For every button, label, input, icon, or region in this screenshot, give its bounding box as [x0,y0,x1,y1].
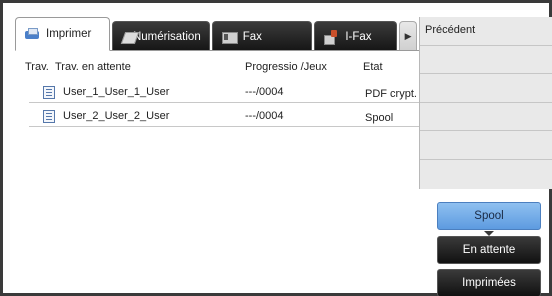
col-header-progress: Progressio /Jeux [245,61,327,73]
tab-ifax[interactable]: I-Fax [314,21,398,51]
tab-imprimer[interactable]: Imprimer [15,17,110,51]
print-job-icon [43,86,55,99]
filter-spool-button[interactable]: Spool [437,202,541,230]
filter-pending-button[interactable]: En attente [437,236,541,264]
side-slot-empty [420,74,552,103]
job-list-panel: Trav. Trav. en attente Progressio /Jeux … [15,50,419,292]
side-action-panel: Précédent [419,17,552,189]
tab-label: Imprimer [46,28,92,40]
scan-icon [121,30,127,44]
tab-scroll-right-button[interactable]: ▶ [399,21,417,51]
job-status: Spool [365,112,394,124]
job-name: User_1_User_1_User [63,86,170,98]
tab-scroll-right-icon: ▶ [404,31,412,41]
job-status-screen: Imprimer Numérisation Fax I-Fax ▶ Trav. … [0,0,552,296]
fax-icon [221,30,238,44]
job-progress: ---/0004 [245,110,284,122]
printer-icon [24,27,40,41]
tab-label: Fax [242,30,262,43]
filter-printed-button[interactable]: Imprimées [437,269,541,296]
ifax-icon [323,29,339,45]
col-header-pending: Trav. en attente [55,61,131,73]
tab-fax[interactable]: Fax [211,21,313,51]
side-slot-empty [420,46,552,74]
tab-numerisation[interactable]: Numérisation [111,21,210,51]
side-slot-empty [420,160,552,189]
print-job-icon [43,110,55,123]
col-header-status: Etat [363,61,383,73]
col-header-trav: Trav. [25,61,49,73]
side-slot-empty [420,131,552,160]
tab-label: I-Fax [345,30,372,43]
job-name: User_2_User_2_User [63,110,170,122]
table-row[interactable]: User_1_User_1_User ---/0004 PDF crypt. [29,79,419,103]
table-row[interactable]: User_2_User_2_User ---/0004 Spool [29,103,419,127]
mode-tabs: Imprimer Numérisation Fax I-Fax ▶ [15,17,419,51]
side-slot-empty [420,103,552,131]
job-progress: ---/0004 [245,86,284,98]
previous-button[interactable]: Précédent [420,17,552,46]
job-status: PDF crypt. [365,88,417,100]
tab-label: Numérisation [132,30,201,43]
